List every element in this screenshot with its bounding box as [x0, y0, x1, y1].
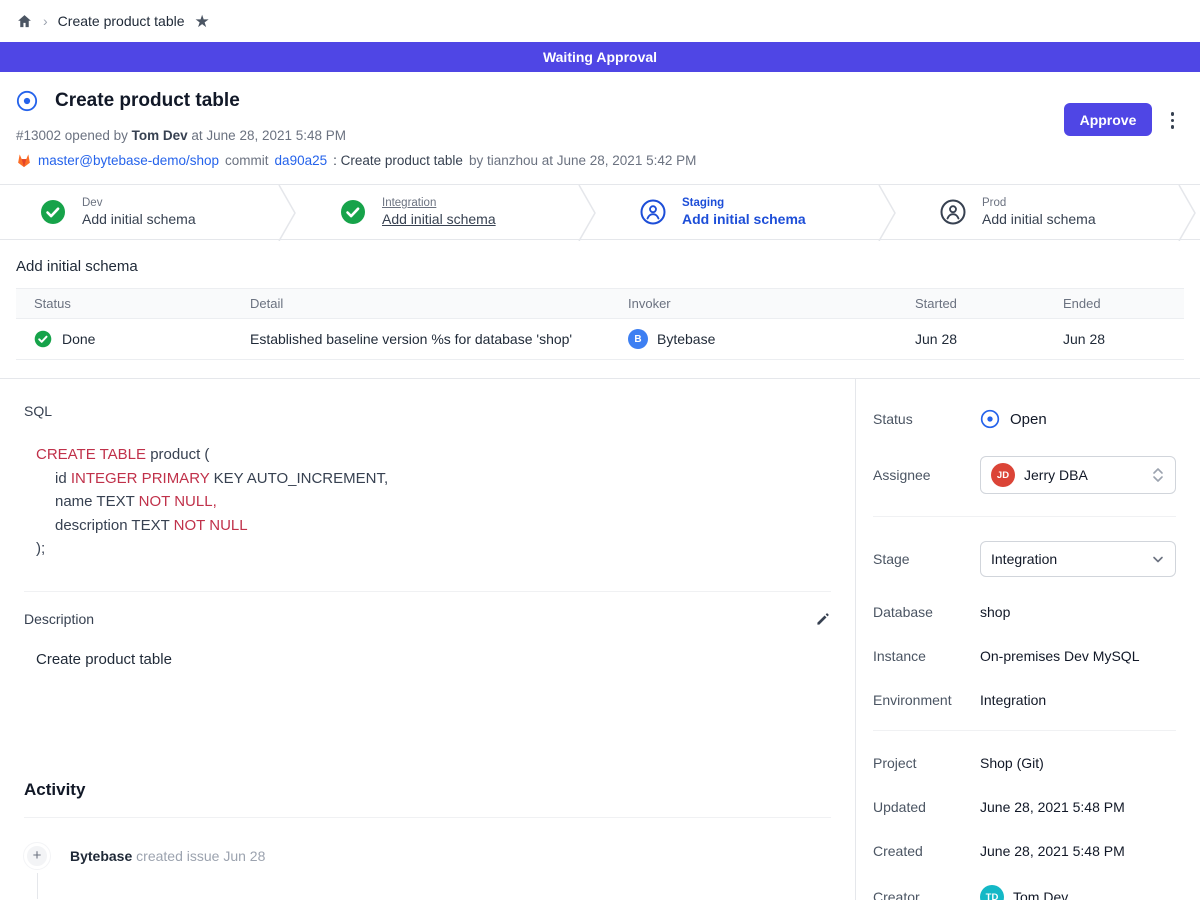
chevron-down-icon [1151, 551, 1165, 567]
updown-chevron-icon [1151, 467, 1165, 483]
sql-label: SQL [24, 403, 831, 419]
stage-done-check-icon [340, 199, 366, 225]
stage-prod[interactable]: Prod Add initial schema [900, 185, 1178, 239]
breadcrumb-title: Create product table [58, 13, 185, 29]
approval-banner: Waiting Approval [0, 42, 1200, 72]
stage-select[interactable]: Integration [980, 541, 1176, 577]
sql-line: id INTEGER PRIMARY KEY AUTO_INCREMENT, [24, 467, 831, 491]
sql-line: CREATE TABLE product ( [24, 443, 831, 467]
divider [24, 817, 831, 818]
home-icon[interactable] [16, 13, 33, 30]
page-title: Create product table [55, 90, 240, 112]
task-status: Done [62, 331, 95, 347]
pipeline-stages: Dev Add initial schema Integration Add i… [0, 184, 1200, 240]
sql-line: description TEXT NOT NULL [24, 514, 831, 538]
database-label: Database [873, 604, 980, 620]
breadcrumb: › Create product table ★ [0, 0, 1200, 42]
breadcrumb-chevron-icon: › [43, 13, 48, 29]
creator-label: Creator [873, 889, 980, 900]
instance-label: Instance [873, 648, 980, 664]
divider [873, 730, 1176, 731]
task-table-header: Status Detail Invoker Started Ended [16, 289, 1184, 319]
creator-avatar: TD [980, 885, 1004, 900]
created-label: Created [873, 843, 980, 859]
project-label: Project [873, 755, 980, 771]
task-detail: Established baseline version %s for data… [250, 331, 628, 347]
environment-value: Integration [980, 692, 1176, 708]
task-started: Jun 28 [915, 331, 1063, 347]
task-heading: Add initial schema [16, 258, 1184, 275]
updated-label: Updated [873, 799, 980, 815]
stage-separator-icon [878, 185, 900, 241]
issue-open-icon [16, 90, 38, 112]
environment-label: Environment [873, 692, 980, 708]
stage-separator-icon [578, 185, 600, 241]
activity-heading: Activity [24, 780, 831, 800]
status-open-icon [980, 409, 1000, 429]
commit-hash-link[interactable]: da90a25 [275, 153, 328, 168]
stage-dev[interactable]: Dev Add initial schema [0, 185, 278, 239]
assignee-select[interactable]: JD Jerry DBA [980, 456, 1176, 494]
issue-sidebar: Status Open Assignee JD Jerry DBA Stage [856, 379, 1200, 900]
assignee-avatar: JD [991, 463, 1015, 487]
description-text: Create product table [24, 651, 831, 668]
plus-icon: + [24, 843, 50, 869]
invoker-avatar: B [628, 329, 648, 349]
divider [24, 591, 831, 592]
issue-meta: #13002 opened by Tom Dev at June 28, 202… [16, 128, 1176, 143]
timeline-connector [37, 873, 38, 899]
commit-info: master@bytebase-demo/shop commit da90a25… [16, 153, 1176, 168]
creator-value: Tom Dev [1013, 889, 1068, 900]
commit-title: : Create product table [333, 153, 463, 168]
activity-actor: Bytebase [70, 848, 132, 864]
status-value: Open [1010, 411, 1047, 428]
updated-value: June 28, 2021 5:48 PM [980, 799, 1176, 815]
edit-pencil-icon[interactable] [815, 611, 831, 627]
task-invoker: Bytebase [657, 331, 715, 347]
stage-pending-person-icon [940, 199, 966, 225]
project-value: Shop (Git) [980, 755, 1176, 771]
task-ended: Jun 28 [1063, 331, 1184, 347]
commit-byline: by tianzhou at June 28, 2021 5:42 PM [469, 153, 696, 168]
sql-code-block: CREATE TABLE product (id INTEGER PRIMARY… [24, 443, 831, 561]
stage-pending-person-icon [640, 199, 666, 225]
activity-item: + Bytebase created issue Jun 28 [24, 843, 831, 869]
kebab-menu-icon[interactable] [1167, 108, 1179, 133]
task-done-check-icon [34, 330, 52, 348]
activity-date: Jun 28 [223, 848, 265, 864]
stage-separator-icon [278, 185, 300, 241]
approve-button[interactable]: Approve [1064, 103, 1152, 136]
commit-branch-link[interactable]: master@bytebase-demo/shop [38, 153, 219, 168]
assignee-label: Assignee [873, 467, 980, 483]
status-label: Status [873, 411, 980, 427]
stage-done-check-icon [40, 199, 66, 225]
sql-line: ); [24, 537, 831, 561]
sql-line: name TEXT NOT NULL, [24, 490, 831, 514]
main-content: SQL CREATE TABLE product (id INTEGER PRI… [0, 379, 856, 900]
stage-integration[interactable]: Integration Add initial schema [300, 185, 578, 239]
created-value: June 28, 2021 5:48 PM [980, 843, 1176, 859]
stage-separator-icon [1178, 185, 1200, 241]
task-table: Status Detail Invoker Started Ended Done… [16, 288, 1184, 360]
divider [873, 516, 1176, 517]
activity-action: created issue [136, 848, 219, 864]
database-value: shop [980, 604, 1176, 620]
task-section: Add initial schema Status Detail Invoker… [0, 258, 1200, 360]
gitlab-icon [16, 153, 32, 168]
issue-header: Create product table #13002 opened by To… [0, 72, 1200, 184]
approval-banner-text: Waiting Approval [543, 49, 657, 65]
stage-label: Stage [873, 551, 980, 567]
issue-author: Tom Dev [132, 128, 188, 143]
table-row[interactable]: Done Established baseline version %s for… [16, 319, 1184, 359]
stage-staging[interactable]: Staging Add initial schema [600, 185, 878, 239]
instance-value: On-premises Dev MySQL [980, 648, 1176, 664]
bookmark-star-icon[interactable]: ★ [195, 13, 210, 30]
description-label: Description [24, 611, 94, 627]
